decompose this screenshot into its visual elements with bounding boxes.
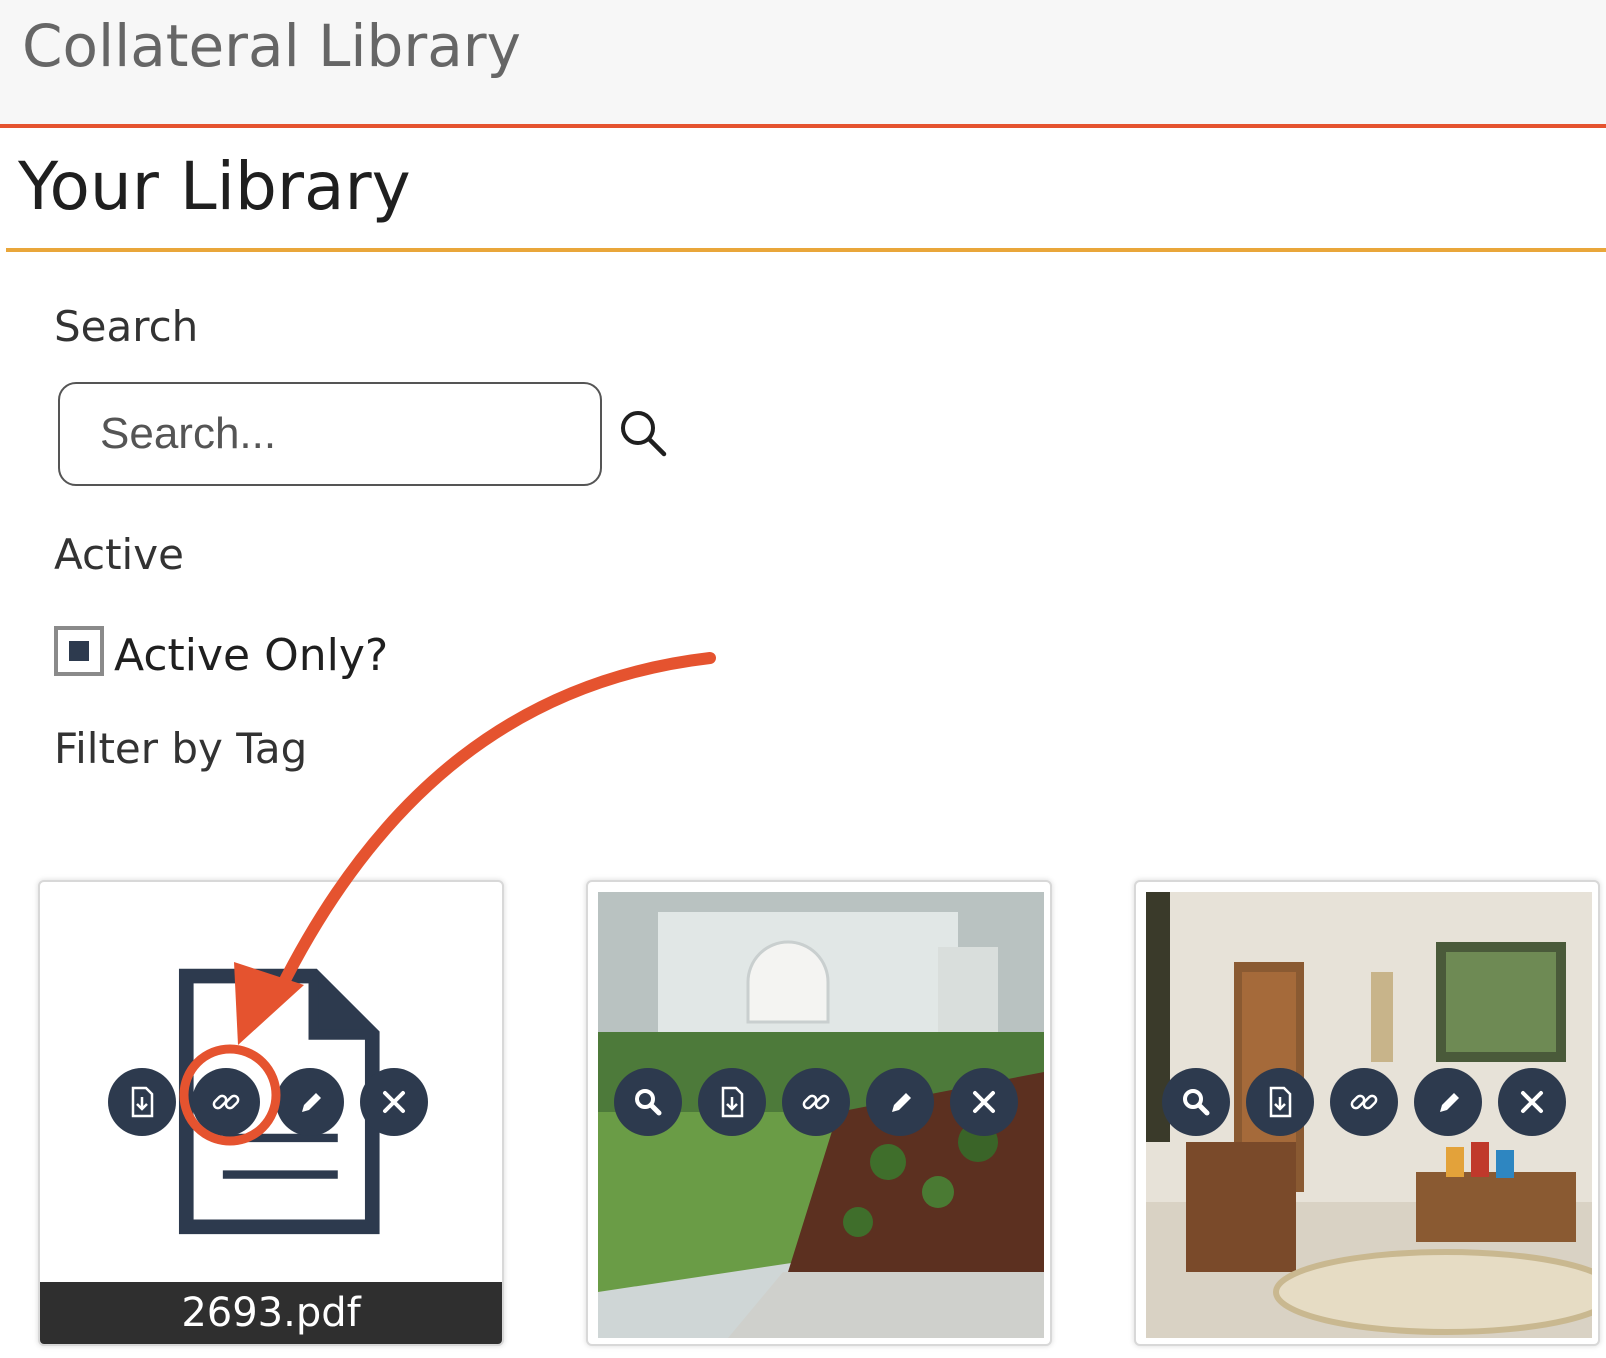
item-actions [108, 1068, 444, 1136]
search-input[interactable] [58, 382, 602, 486]
item-actions [614, 1068, 1034, 1136]
delete-icon [1521, 1091, 1543, 1113]
delete-button[interactable] [950, 1068, 1018, 1136]
filter-by-tag-label: Filter by Tag [54, 724, 308, 773]
active-only-checkbox[interactable] [54, 626, 104, 676]
link-button[interactable] [192, 1068, 260, 1136]
zoom-button[interactable] [614, 1068, 682, 1136]
delete-button[interactable] [360, 1068, 428, 1136]
library-item-pdf[interactable]: 2693.pdf [38, 880, 504, 1346]
item-filename: 2693.pdf [40, 1282, 502, 1344]
zoom-icon [635, 1089, 662, 1116]
link-icon [212, 1094, 240, 1110]
search-button[interactable] [616, 406, 672, 462]
link-icon [1350, 1094, 1378, 1110]
download-icon [1269, 1086, 1292, 1118]
download-icon [131, 1086, 154, 1118]
link-icon [802, 1094, 830, 1110]
download-button[interactable] [1246, 1068, 1314, 1136]
edit-button[interactable] [1414, 1068, 1482, 1136]
edit-icon [302, 1093, 321, 1112]
zoom-icon [1183, 1089, 1210, 1116]
delete-icon [383, 1091, 405, 1113]
app-title: Collateral Library [22, 12, 521, 80]
edit-button[interactable] [866, 1068, 934, 1136]
checkbox-mark [69, 641, 89, 661]
active-only-label[interactable]: Active Only? [114, 630, 388, 681]
page-title: Your Library [18, 148, 411, 225]
active-label: Active [54, 530, 184, 579]
zoom-button[interactable] [1162, 1068, 1230, 1136]
item-actions [1162, 1068, 1582, 1136]
search-label: Search [54, 302, 199, 351]
link-button[interactable] [1330, 1068, 1398, 1136]
download-icon [721, 1086, 744, 1118]
download-button[interactable] [108, 1068, 176, 1136]
edit-button[interactable] [276, 1068, 344, 1136]
app-header: Collateral Library [0, 0, 1606, 128]
library-item-image[interactable] [586, 880, 1052, 1346]
download-button[interactable] [698, 1068, 766, 1136]
edit-icon [1440, 1093, 1459, 1112]
heading-divider [6, 248, 1606, 252]
link-button[interactable] [782, 1068, 850, 1136]
delete-icon [973, 1091, 995, 1113]
library-item-image[interactable] [1134, 880, 1600, 1346]
edit-icon [892, 1093, 911, 1112]
delete-button[interactable] [1498, 1068, 1566, 1136]
search-icon[interactable] [616, 406, 672, 462]
